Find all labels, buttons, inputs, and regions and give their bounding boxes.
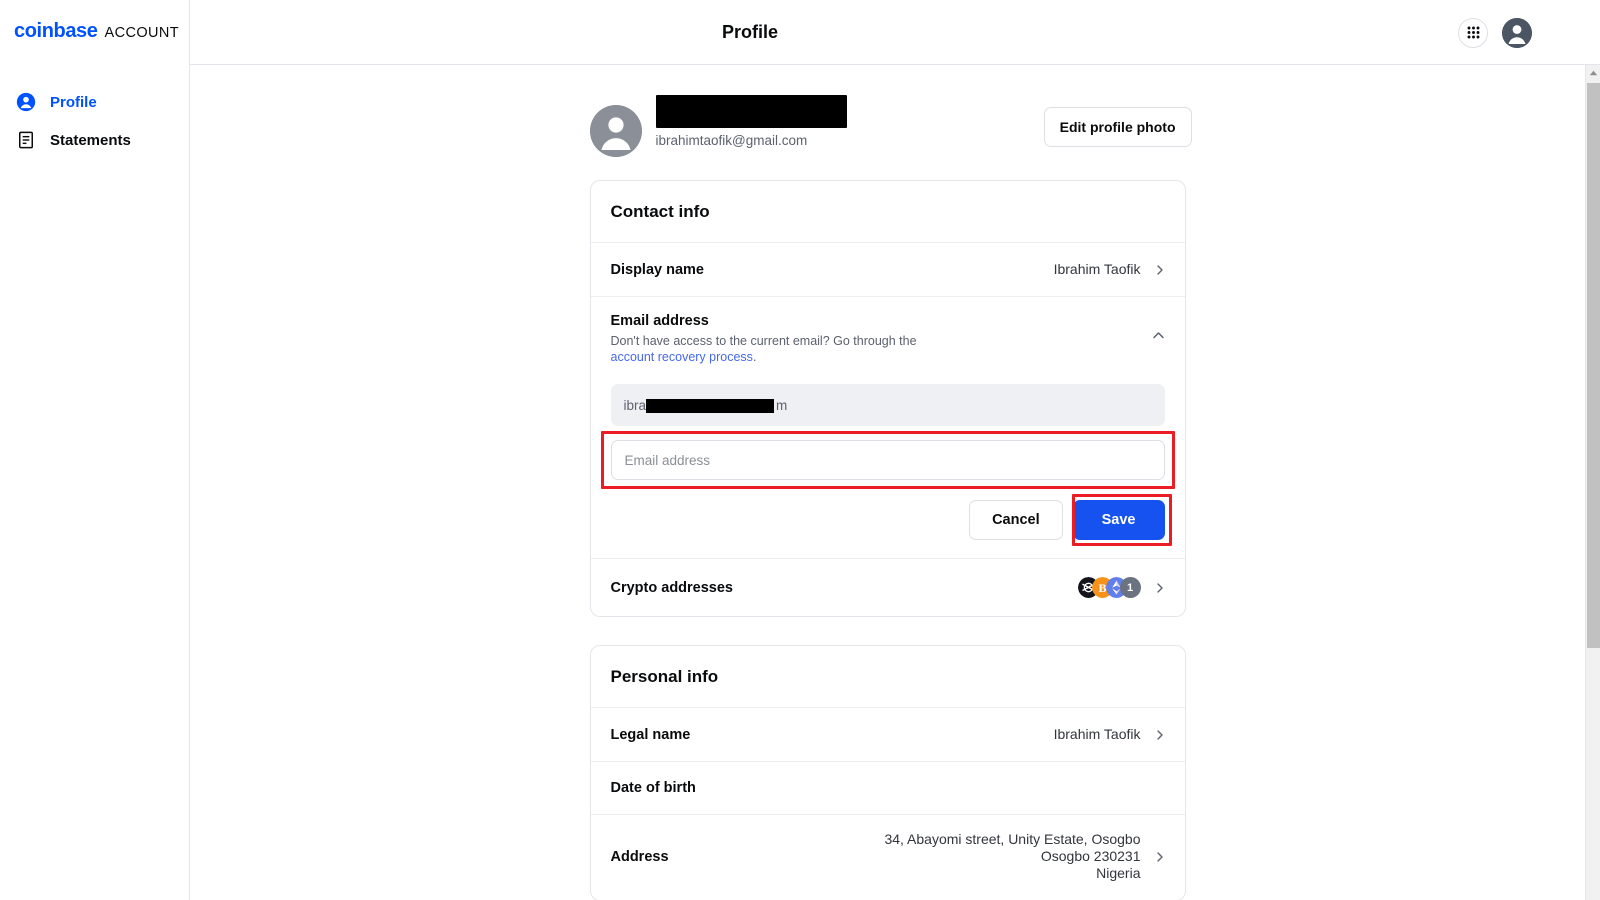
save-button[interactable]: Save (1072, 500, 1165, 540)
row-label: Legal name (610, 726, 691, 743)
top-bar: Profile (190, 0, 1600, 65)
row-right: 34, Abayomi street, Unity Estate, Osogbo… (884, 831, 1164, 882)
page-title: Profile (721, 21, 778, 42)
scrollbar-thumb[interactable] (1587, 83, 1600, 648)
top-bar-actions (1458, 0, 1532, 65)
sidebar-item-label: Statements (50, 131, 131, 149)
row-right: B 1 (1077, 577, 1165, 598)
profile-page: coinbase ACCOUNT Profile Statements Prof… (0, 0, 1600, 900)
sidebar-item-label: Profile (50, 93, 97, 111)
avatar-placeholder-icon (589, 105, 642, 157)
row-label: Display name (610, 261, 705, 278)
email-section-header: Email address Don't have access to the c… (611, 313, 1165, 365)
email-help-prefix: Don't have access to the current email? … (610, 334, 917, 348)
edit-profile-photo-button[interactable]: Edit profile photo (1043, 107, 1192, 147)
user-avatar-icon (1502, 17, 1532, 48)
current-email-head: ibra (623, 397, 647, 413)
chevron-up-icon[interactable] (1152, 329, 1165, 342)
email-input[interactable] (610, 440, 1165, 480)
email-help-suffix: . (752, 350, 757, 364)
chevron-right-icon (1156, 851, 1163, 862)
sidebar-item-statements[interactable]: Statements (0, 121, 189, 159)
crypto-more-count: 1 (1119, 577, 1141, 598)
row-label: Address (610, 848, 669, 865)
chevron-right-icon (1156, 729, 1163, 740)
crypto-icon-group: B 1 (1077, 577, 1141, 598)
profile-identity: ibrahimtaofik@gmail.com (655, 94, 847, 148)
row-label: Date of birth (610, 780, 696, 796)
row-value: Ibrahim Taofik (1053, 726, 1141, 742)
row-value: Ibrahim Taofik (1053, 261, 1141, 277)
brand-logo[interactable]: coinbase ACCOUNT (0, 14, 189, 43)
profile-photo[interactable] (589, 105, 642, 157)
redacted-name-block (655, 94, 847, 128)
current-email-field: ibra m (610, 384, 1165, 426)
apps-grid-button[interactable] (1458, 17, 1488, 48)
sidebar-item-profile[interactable]: Profile (0, 83, 189, 121)
triangle-up-icon (1589, 70, 1597, 76)
email-help-text: Don't have access to the current email? … (611, 333, 951, 365)
grid-apps-icon (1467, 26, 1479, 39)
email-section-text: Email address Don't have access to the c… (611, 313, 951, 365)
svg-text:B: B (1098, 581, 1106, 595)
row-value: 34, Abayomi street, Unity Estate, Osogbo… (884, 831, 1141, 881)
row-right: Ibrahim Taofik (1054, 261, 1165, 278)
cancel-button[interactable]: Cancel (969, 500, 1063, 540)
row-label: Crypto addresses (610, 579, 734, 596)
email-address-section: Email address Don't have access to the c… (590, 297, 1185, 559)
row-crypto-addresses[interactable]: Crypto addresses B 1 (591, 559, 1185, 616)
row-right: Ibrahim Taofik (1054, 726, 1165, 743)
current-email-value: ibra m (623, 397, 787, 413)
brand-suffix: ACCOUNT (104, 25, 179, 41)
contact-info-card: Contact info Display name Ibrahim Taofik (589, 180, 1186, 617)
row-address[interactable]: Address 34, Abayomi street, Unity Estate… (591, 815, 1185, 900)
personal-info-card: Personal info Legal name Ibrahim Taofik … (589, 645, 1186, 900)
user-avatar-button[interactable] (1502, 17, 1532, 48)
sidebar-nav: Profile Statements (0, 83, 189, 159)
row-date-of-birth[interactable]: Date of birth (590, 762, 1185, 815)
account-recovery-link[interactable]: account recovery process (611, 350, 753, 364)
row-legal-name[interactable]: Legal name Ibrahim Taofik (590, 708, 1185, 762)
vertical-scrollbar[interactable] (1585, 65, 1600, 900)
chevron-right-icon (1156, 582, 1163, 593)
brand-name: coinbase (14, 20, 98, 42)
main-area: Profile ibrahimtaofik@gmail.com Edit pro… (190, 0, 1600, 900)
sidebar: coinbase ACCOUNT Profile Statements (0, 0, 190, 900)
contact-info-title: Contact info (590, 181, 1185, 243)
chevron-right-icon (1156, 264, 1163, 275)
email-actions: Cancel Save (611, 494, 1172, 546)
new-email-wrapper (600, 431, 1175, 489)
page-content: ibrahimtaofik@gmail.com Edit profile pho… (190, 65, 1585, 900)
person-circle-icon (16, 92, 36, 112)
redacted-email-block (645, 398, 774, 413)
scrollbar-up-button[interactable] (1586, 65, 1600, 81)
personal-info-title: Personal info (590, 646, 1185, 708)
row-display-name[interactable]: Display name Ibrahim Taofik (590, 243, 1185, 297)
document-list-icon (19, 131, 33, 149)
email-address-label: Email address (610, 313, 709, 329)
scroll-container: ibrahimtaofik@gmail.com Edit profile pho… (190, 65, 1585, 900)
profile-header: ibrahimtaofik@gmail.com Edit profile pho… (589, 92, 1192, 170)
